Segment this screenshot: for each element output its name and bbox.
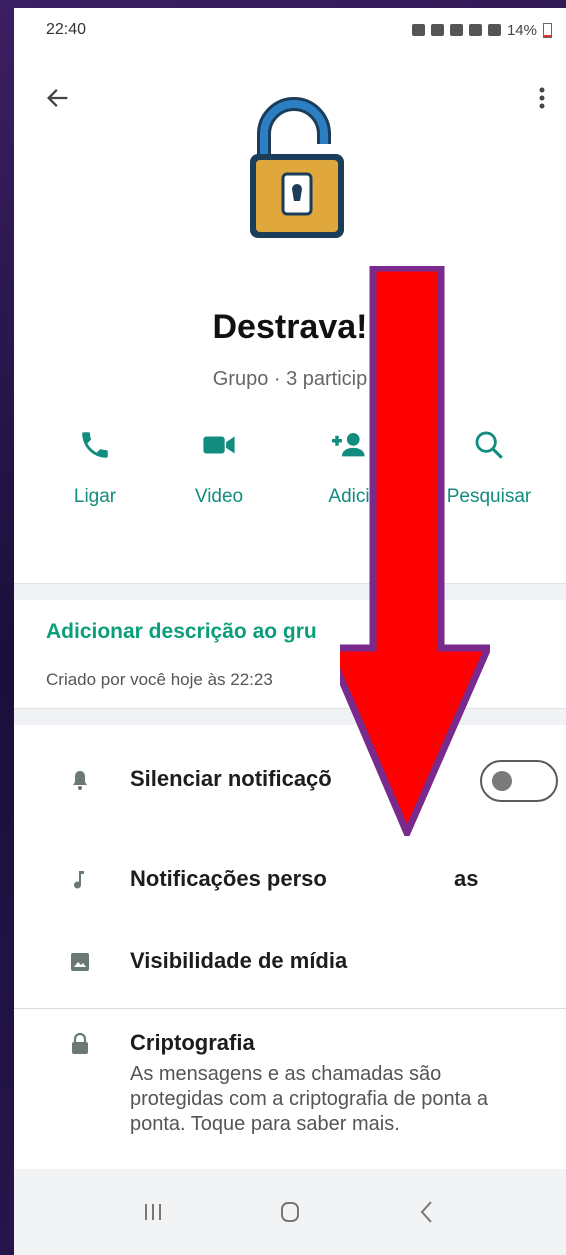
- video-button[interactable]: Video: [164, 428, 274, 508]
- recent-apps-icon[interactable]: [138, 1200, 168, 1224]
- group-avatar-unlocked-padlock-icon[interactable]: [242, 94, 352, 244]
- add-description-link[interactable]: Adicionar descrição ao gru: [46, 620, 317, 644]
- encryption-title[interactable]: Criptografia: [130, 1030, 255, 1056]
- custom-notifications-label: Notificações perso: [130, 866, 327, 891]
- created-info: Criado por você hoje às 22:23: [46, 670, 273, 689]
- red-down-arrow-annotation: [340, 266, 490, 836]
- custom-notifications-row[interactable]: Notificações perso as: [14, 850, 566, 910]
- mute-toggle[interactable]: [480, 760, 558, 802]
- media-visibility-label: Visibilidade de mídia: [130, 948, 348, 973]
- android-nav-bar: [14, 1169, 566, 1255]
- call-button[interactable]: Ligar: [40, 428, 150, 508]
- signal-icon: [487, 24, 501, 36]
- bell-icon: [73, 771, 87, 790]
- lock-icon: [72, 1032, 88, 1054]
- home-icon[interactable]: [275, 1197, 305, 1227]
- section-divider: [14, 1008, 566, 1009]
- phone-icon: [82, 432, 108, 458]
- encryption-description[interactable]: As mensagens e as chamadas são protegida…: [130, 1062, 540, 1137]
- alarm-icon: [411, 24, 425, 36]
- back-arrow-icon[interactable]: [44, 84, 72, 112]
- status-icons: 14%: [411, 21, 552, 39]
- back-nav-icon[interactable]: [412, 1197, 442, 1227]
- custom-notifications-label-end: as: [454, 866, 479, 891]
- more-options-icon[interactable]: [532, 82, 552, 114]
- call-label: Ligar: [73, 486, 117, 507]
- wifi-icon: [468, 24, 482, 36]
- battery-icon: [543, 22, 552, 38]
- image-icon: [71, 953, 89, 971]
- mute-notifications-label: Silenciar notificaçõ: [130, 766, 332, 791]
- media-visibility-row[interactable]: Visibilidade de mídia: [14, 932, 566, 992]
- video-icon: [203, 436, 235, 454]
- toggle-knob: [492, 771, 512, 791]
- status-bar: 22:40 14%: [14, 8, 566, 52]
- music-note-icon: [74, 871, 84, 889]
- mute-icon: [449, 24, 463, 36]
- battery-percent: 14%: [506, 21, 537, 39]
- video-label: Video: [194, 486, 244, 507]
- status-time: 22:40: [46, 21, 87, 38]
- notification-icon: [430, 24, 444, 36]
